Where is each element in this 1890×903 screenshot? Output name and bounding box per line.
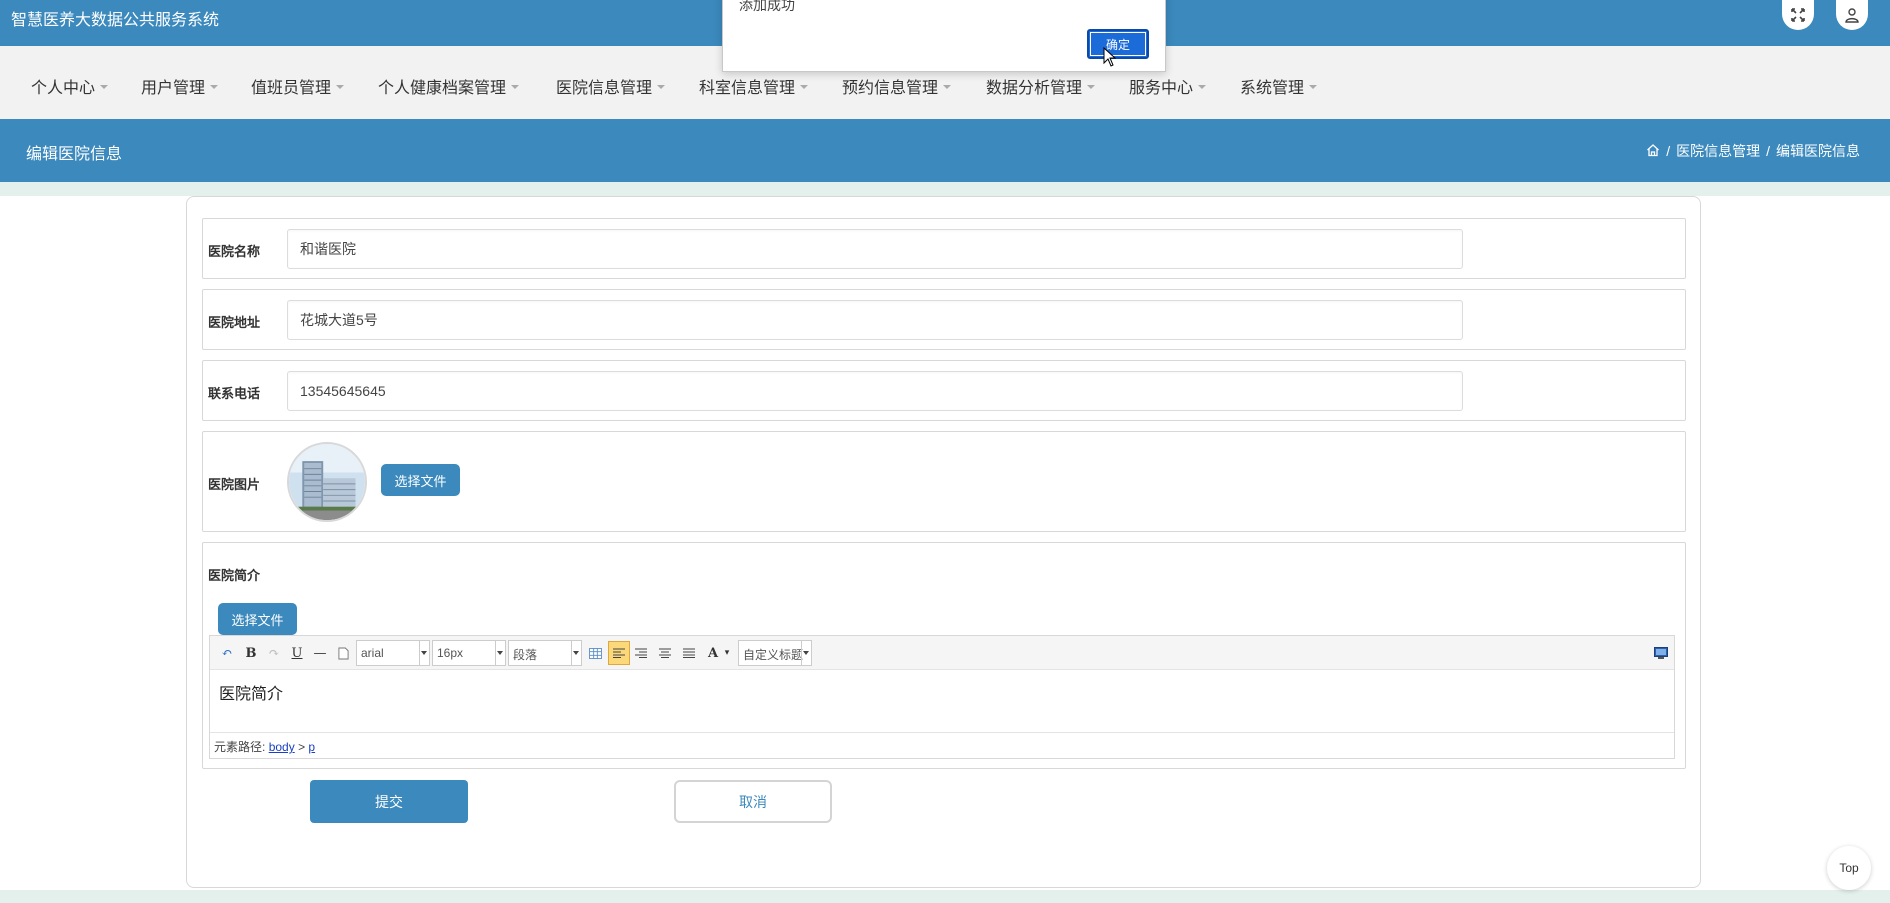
alert-message: 添加成功 [739,0,795,13]
hospital-name-input[interactable] [287,229,1463,269]
back-to-top-button[interactable]: Top [1827,846,1871,890]
breadcrumb-separator: / [1666,143,1671,159]
nav-item-department-info[interactable]: 科室信息管理 [699,74,809,98]
breadcrumb-current: 编辑医院信息 [1776,143,1860,159]
undo-icon[interactable]: ↶ [218,644,236,662]
footer-strip [0,890,1890,903]
custom-title-select[interactable]: 自定义标题 [738,640,812,666]
table-icon[interactable] [586,644,604,662]
path-body-link[interactable]: body [269,740,295,754]
chevron-down-icon [210,84,219,89]
breadcrumb-separator: / [1766,143,1770,159]
chevron-down-icon [657,84,666,89]
breadcrumb: / 医院信息管理 / 编辑医院信息 [1646,141,1860,161]
bold-icon[interactable]: B [242,644,260,662]
chevron-down-icon [336,84,345,89]
redo-icon[interactable]: ↷ [265,644,283,662]
phone-input[interactable] [287,371,1463,411]
nav-item-appointment-info[interactable]: 预约信息管理 [842,74,952,98]
chevron-down-icon [511,84,520,89]
element-path-label: 元素路径: [214,740,266,754]
align-left-icon[interactable] [608,641,630,665]
address-label: 医院地址 [208,315,261,330]
page-title: 编辑医院信息 [26,146,123,163]
choose-file-button[interactable]: 选择文件 [218,603,297,635]
form-row-image: 医院图片 选择文件 [202,431,1686,532]
form-row-phone: 联系电话 [202,360,1686,421]
page-header: 编辑医院信息 / 医院信息管理 / 编辑医院信息 [0,119,1890,182]
nav-item-hospital-info[interactable]: 医院信息管理 [556,74,666,98]
hospital-address-input[interactable] [287,300,1463,340]
path-p-link[interactable]: p [308,740,315,754]
alert-ok-button[interactable]: 确定 [1087,29,1149,59]
rich-text-editor: ↶ B ↷ U — arial 16px 段落 A ▾ 自定义标题 医院简介 元… [209,635,1675,759]
form-row-name: 医院名称 [202,218,1686,279]
choose-image-button[interactable]: 选择文件 [381,464,460,496]
form-row-address: 医院地址 [202,289,1686,350]
mouse-cursor-icon [1103,47,1117,67]
align-center-icon[interactable] [656,644,674,662]
font-family-select[interactable]: arial [356,640,430,666]
font-size-select[interactable]: 16px [432,640,506,666]
home-icon[interactable] [1646,143,1660,160]
align-right-icon[interactable] [632,644,650,662]
chevron-down-icon [1087,84,1096,89]
intro-label: 医院简介 [208,568,261,583]
chevron-down-icon [421,651,427,655]
image-label: 医院图片 [208,477,261,492]
chevron-down-icon [943,84,952,89]
name-label: 医院名称 [208,244,261,259]
nav-item-personal-center[interactable]: 个人中心 [31,74,109,98]
hospital-image-preview [287,442,367,522]
horizontal-rule-icon[interactable]: — [311,644,329,662]
breadcrumb-section[interactable]: 医院信息管理 [1676,141,1760,161]
fullscreen-editor-icon[interactable] [1652,644,1670,662]
editor-toolbar: ↶ B ↷ U — arial 16px 段落 A ▾ 自定义标题 [210,636,1674,670]
chevron-down-icon [573,651,579,655]
align-justify-icon[interactable] [680,644,698,662]
element-path-bar: 元素路径: body > p [210,732,1674,758]
nav-item-user-management[interactable]: 用户管理 [141,74,219,98]
chevron-down-icon [1198,84,1207,89]
user-icon[interactable] [1836,0,1868,30]
paragraph-select[interactable]: 段落 [508,640,582,666]
cancel-button[interactable]: 取消 [674,780,832,823]
nav-item-system-management[interactable]: 系统管理 [1240,74,1318,98]
nav-item-service-center[interactable]: 服务中心 [1129,74,1207,98]
fullscreen-icon[interactable] [1782,0,1814,30]
nav-item-health-records[interactable]: 个人健康档案管理 [378,74,520,98]
alert-dialog: 添加成功 确定 [722,0,1166,72]
form-row-intro: 医院简介 选择文件 ↶ B ↷ U — arial 16px 段落 A ▾ 自定… [202,542,1686,769]
chevron-down-icon[interactable]: ▾ [718,644,736,662]
underline-icon[interactable]: U [288,644,306,662]
phone-label: 联系电话 [208,386,261,401]
nav-item-data-analysis[interactable]: 数据分析管理 [986,74,1096,98]
chevron-down-icon [800,84,809,89]
chevron-down-icon [497,651,503,655]
chevron-down-icon [1309,84,1318,89]
chevron-down-icon [100,84,109,89]
editor-content[interactable]: 医院简介 [210,670,1674,733]
app-title: 智慧医养大数据公共服务系统 [11,12,220,29]
nav-item-duty-management[interactable]: 值班员管理 [251,74,345,98]
chevron-down-icon [803,651,809,655]
header-divider [0,182,1890,196]
path-separator: > [298,740,306,754]
clear-format-icon[interactable] [334,644,352,662]
submit-button[interactable]: 提交 [310,780,468,823]
